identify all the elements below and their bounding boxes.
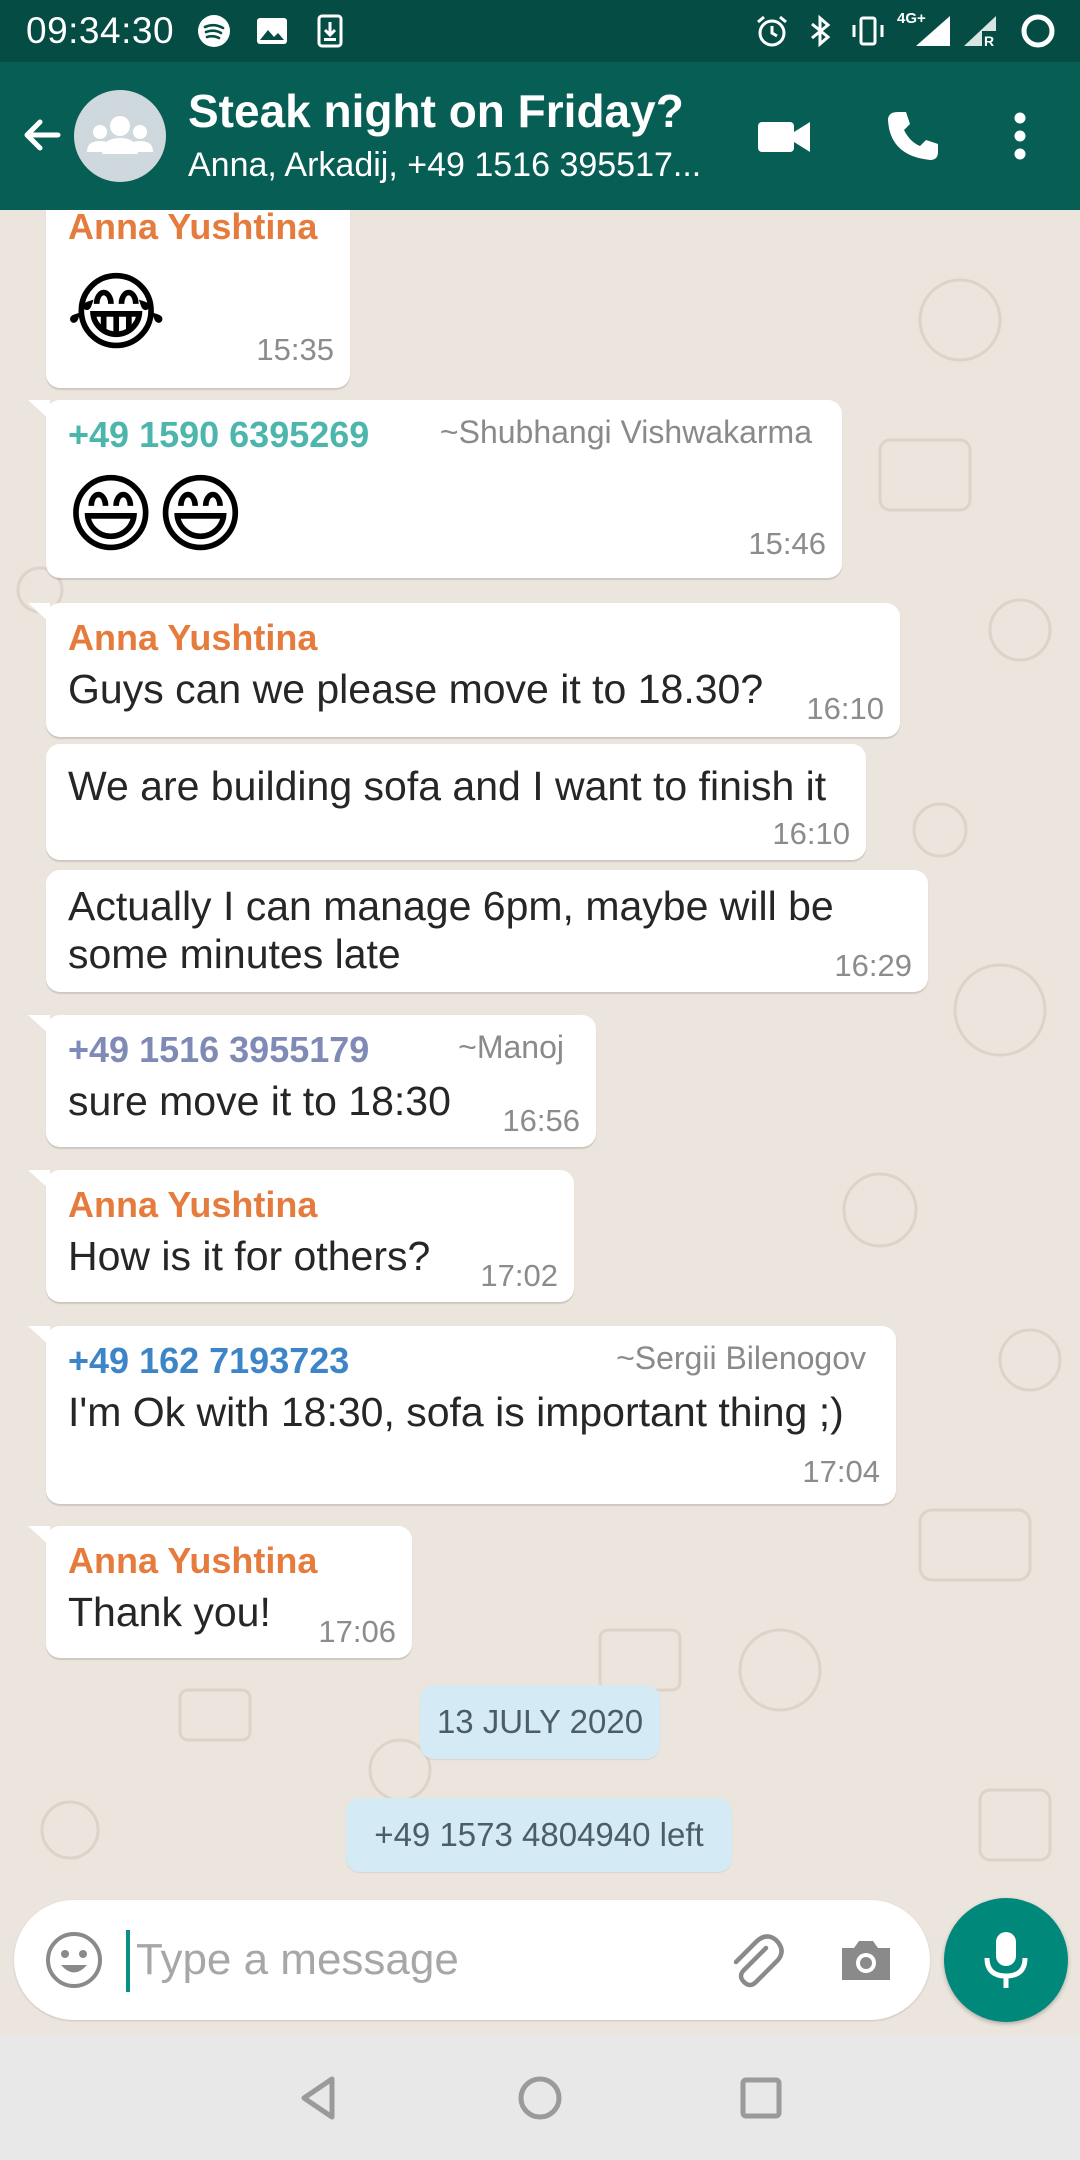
message-bubble[interactable]: Actually I can manage 6pm, maybe will be…: [46, 870, 928, 992]
message-time: 16:29: [834, 948, 912, 983]
message-sender: Anna Yushtina: [68, 617, 318, 658]
vibrate-icon: [850, 13, 886, 49]
message-bubble[interactable]: We are building sofa and I want to finis…: [46, 744, 866, 860]
microphone-icon[interactable]: [944, 1898, 1068, 2022]
chat-title[interactable]: Steak night on Friday?: [188, 84, 684, 138]
message-bubble[interactable]: Anna Yushtina Guys can we please move it…: [28, 603, 900, 737]
back-arrow-icon[interactable]: [18, 110, 68, 160]
chat-header: Steak night on Friday? Anna, Arkadij, +4…: [0, 62, 1080, 210]
message-composer: [14, 1900, 930, 2020]
message-text: I'm Ok with 18:30, sofa is important thi…: [68, 1389, 844, 1435]
message-time: 15:35: [256, 332, 334, 367]
svg-text:R: R: [984, 33, 994, 49]
status-bar: 09:34:30 4G+ R: [0, 0, 1080, 62]
message-sender: Anna Yushtina: [68, 1184, 318, 1225]
home-circle-icon[interactable]: [513, 2071, 567, 2125]
sender-alias: ~Manoj: [458, 1029, 564, 1065]
image-icon: [254, 13, 290, 49]
chat-area[interactable]: Anna Yushtina 😂 15:35 +49 1590 6395269 ~…: [0, 210, 1080, 2035]
date-chip: 13 JULY 2020: [420, 1685, 660, 1759]
alarm-icon: [754, 13, 790, 49]
message-bubble[interactable]: +49 1516 3955179 ~Manoj sure move it to …: [28, 1015, 596, 1147]
circle-icon: [1018, 13, 1058, 49]
message-text-line-1: Actually I can manage 6pm, maybe will be: [68, 883, 834, 929]
message-emoji: 😂: [66, 265, 167, 361]
message-time: 16:10: [806, 691, 884, 726]
back-triangle-icon[interactable]: [292, 2071, 346, 2125]
message-bubble[interactable]: Anna Yushtina How is it for others? 17:0…: [28, 1170, 574, 1302]
sender-alias: ~Sergii Bilenogov: [616, 1340, 866, 1376]
message-bubble[interactable]: Anna Yushtina 😂 15:35: [46, 210, 350, 388]
message-time: 17:04: [802, 1454, 880, 1489]
spotify-icon: [196, 13, 232, 49]
video-call-icon[interactable]: [752, 104, 816, 168]
signal-roaming-icon: R: [960, 13, 1002, 49]
bluetooth-icon: [802, 13, 838, 49]
download-icon: [312, 13, 348, 49]
recents-square-icon[interactable]: [734, 2071, 788, 2125]
message-sender: Anna Yushtina: [68, 210, 318, 247]
message-text: sure move it to 18:30: [68, 1078, 451, 1124]
message-time: 16:10: [772, 816, 850, 851]
message-bubble[interactable]: +49 1590 6395269 ~Shubhangi Vishwakarma …: [28, 400, 842, 578]
navigation-bar: [0, 2035, 1080, 2160]
message-sender: +49 1590 6395269: [68, 414, 370, 455]
message-sender: +49 1516 3955179: [68, 1029, 370, 1070]
message-text: How is it for others?: [68, 1233, 431, 1279]
message-time: 17:02: [480, 1258, 558, 1293]
message-sender: +49 162 7193723: [68, 1340, 350, 1381]
message-bubble[interactable]: Anna Yushtina Thank you! 17:06: [28, 1526, 412, 1658]
message-text: We are building sofa and I want to finis…: [68, 763, 827, 809]
message-bubble[interactable]: +49 162 7193723 ~Sergii Bilenogov I'm Ok…: [28, 1326, 896, 1504]
message-time: 16:56: [502, 1103, 580, 1138]
message-text: Thank you!: [68, 1589, 271, 1635]
message-sender: Anna Yushtina: [68, 1540, 318, 1581]
camera-icon[interactable]: [834, 1928, 898, 1992]
chat-participants[interactable]: Anna, Arkadij, +49 1516 395517...: [188, 146, 728, 185]
message-input[interactable]: [136, 1922, 696, 1998]
message-time: 17:06: [318, 1614, 396, 1649]
status-time: 09:34:30: [26, 10, 175, 51]
voice-call-icon[interactable]: [880, 104, 944, 168]
message-emoji: 😄😄: [66, 467, 246, 563]
signal-icon: [912, 13, 954, 49]
more-options-icon[interactable]: [990, 104, 1050, 168]
text-cursor: [126, 1930, 130, 1992]
group-avatar-icon[interactable]: [74, 90, 166, 182]
sender-alias: ~Shubhangi Vishwakarma: [439, 414, 812, 450]
message-text: Guys can we please move it to 18.30?: [68, 666, 764, 712]
attach-icon[interactable]: [722, 1928, 786, 1992]
system-message: +49 1573 4804940 left: [346, 1798, 732, 1872]
emoji-icon[interactable]: [42, 1928, 106, 1992]
message-time: 15:46: [748, 526, 826, 561]
message-text-line-2: some minutes late: [68, 931, 401, 977]
